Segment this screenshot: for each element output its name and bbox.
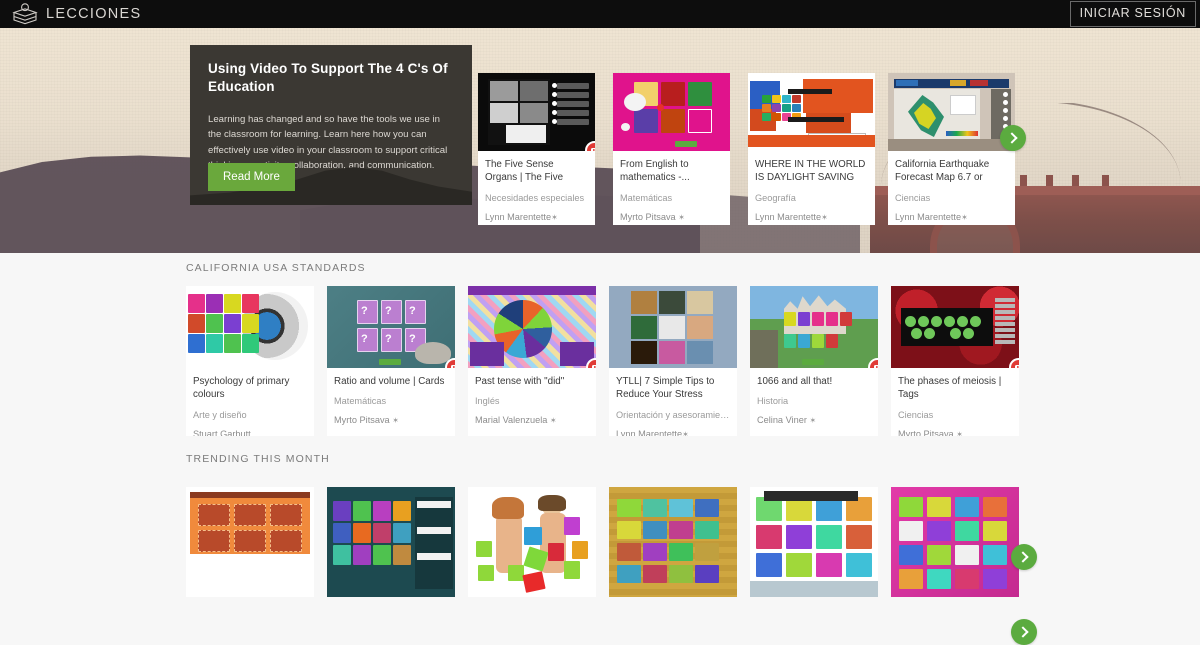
login-button[interactable]: INICIAR SESIÓN (1069, 1, 1196, 27)
star-icon: ✶ (961, 213, 968, 222)
lesson-title: Ratio and volume | Cards (334, 376, 445, 387)
lesson-card[interactable]: The phases of meiosis | Tags Ciencias My… (891, 286, 1019, 436)
lesson-title: Psychology of primary colours (193, 376, 290, 401)
star-icon: ✶ (682, 430, 689, 436)
read-more-button[interactable]: Read More (208, 163, 295, 191)
lesson-card[interactable]: California Earthquake Forecast Map 6.7 o… (888, 73, 1015, 225)
hero-promo-card[interactable]: Using Video To Support The 4 C's Of Educ… (190, 45, 472, 205)
section-heading-trending: TRENDING THIS MONTH (186, 453, 330, 465)
lesson-author: Lynn Marentette✶ (485, 212, 588, 222)
brand-logo[interactable]: LECCIONES (0, 3, 142, 25)
lesson-author: Lynn Marentette✶ (895, 212, 1008, 222)
lesson-subject: Ciencias (898, 409, 934, 420)
lesson-author: Lynn Marentette✶ (616, 429, 730, 436)
lesson-author: Lynn Marentette✶ (755, 212, 868, 222)
star-icon: ✶ (678, 212, 685, 222)
main-content: CALIFORNIA USA STANDARDS Psychology of p… (0, 253, 1200, 645)
lesson-author: Myrto Pitsava ✶ (334, 415, 448, 425)
author-name: Lynn Marentette (616, 429, 683, 436)
lesson-thumbnail[interactable]: ? ? ? ? ? ? (327, 286, 455, 368)
lesson-row-california: Psychology of primary colours Arte y dis… (0, 286, 1200, 645)
star-icon: ✶ (551, 213, 558, 222)
author-name: Lynn Marentette (895, 212, 962, 222)
author-name: Myrto Pitsava (620, 211, 676, 222)
lesson-card[interactable]: ? ? ? ? ? ? Ratio and volume | Cards Mat… (327, 286, 455, 436)
lesson-thumbnail[interactable] (891, 286, 1019, 368)
lesson-thumbnail[interactable] (748, 73, 875, 151)
lesson-title: Past tense with "did" (475, 376, 565, 387)
author-name: Marial Valenzuela (475, 415, 548, 426)
lesson-thumbnail[interactable] (468, 286, 596, 368)
lesson-subject: Necesidades especiales (485, 193, 585, 203)
lesson-thumbnail[interactable] (609, 487, 737, 597)
lesson-title: The phases of meiosis | Tags (898, 376, 1002, 401)
star-icon: ✶ (809, 416, 817, 426)
promo-title: Using Video To Support The 4 C's Of Educ… (208, 61, 448, 94)
author-name: Myrto Pitsava (898, 428, 954, 436)
lesson-card[interactable]: WHERE IN THE WORLD IS DAYLIGHT SAVING TI… (748, 73, 875, 225)
lesson-card[interactable]: The Five Sense Organs | The Five Senses … (478, 73, 595, 225)
lesson-title: 1066 and all that! (757, 376, 833, 387)
lesson-author: Marial Valenzuela ✶ (475, 415, 589, 425)
lesson-card[interactable]: Past tense with "did" Inglés Marial Vale… (468, 286, 596, 436)
lesson-title: YTLL| 7 Simple Tips to Reduce Your Stres… (616, 376, 715, 401)
lesson-subject: Inglés (475, 396, 500, 407)
author-name: Celina Viner (757, 415, 807, 426)
author-name: Lynn Marentette (485, 212, 552, 222)
lesson-author: Celina Viner ✶ (757, 415, 871, 425)
lesson-title: The Five Sense Organs | The Five Senses … (485, 159, 564, 184)
lesson-subject: Ciencias (895, 193, 931, 203)
lesson-subject: Matemáticas (620, 192, 673, 203)
lesson-card[interactable]: 1066 and all that! Historia Celina Viner… (750, 286, 878, 436)
top-navigation-bar: LECCIONES INICIAR SESIÓN (0, 0, 1200, 28)
author-name: Myrto Pitsava (334, 415, 390, 426)
lesson-thumbnail[interactable] (186, 286, 314, 368)
california-carousel-next-button[interactable] (1011, 619, 1037, 645)
lesson-card[interactable]: YTLL| 7 Simple Tips to Reduce Your Stres… (609, 286, 737, 436)
lesson-card[interactable] (186, 487, 314, 597)
lesson-card[interactable] (750, 487, 878, 597)
star-icon: ✶ (956, 429, 963, 436)
lesson-thumbnail[interactable] (750, 487, 878, 597)
lesson-subject: Arte y diseño (193, 409, 247, 420)
hero-carousel-next-button[interactable] (1000, 125, 1026, 151)
lesson-subject: Orientación y asesoramien... (616, 410, 730, 420)
lesson-thumbnail[interactable] (186, 487, 314, 597)
lesson-subject: Historia (757, 396, 789, 407)
star-icon: ✶ (549, 416, 557, 426)
star-icon: ✶ (392, 416, 399, 426)
brand-name: LECCIONES (46, 6, 142, 22)
lesson-card[interactable] (891, 487, 1019, 597)
lesson-thumbnail[interactable] (888, 73, 1015, 151)
star-icon: ✶ (821, 213, 828, 222)
lesson-card[interactable] (468, 487, 596, 597)
lesson-author: Myrto Pitsava ✶ (898, 429, 1012, 436)
lesson-title: WHERE IN THE WORLD IS DAYLIGHT SAVING TI… (755, 159, 866, 184)
trending-carousel-next-button[interactable] (1011, 544, 1037, 570)
lesson-card[interactable]: Psychology of primary colours Arte y dis… (186, 286, 314, 436)
lesson-thumbnail[interactable] (478, 73, 595, 151)
lesson-title: From English to mathematics -... (620, 159, 690, 184)
lesson-card[interactable] (609, 487, 737, 597)
lesson-author: Stuart Garbutt (193, 428, 251, 436)
lesson-thumbnail[interactable] (750, 286, 878, 368)
lesson-row-trending (0, 487, 1200, 637)
lesson-author: Myrto Pitsava ✶ (620, 212, 723, 222)
author-name: Lynn Marentette (755, 212, 822, 222)
lesson-title: California Earthquake Forecast Map 6.7 o… (895, 159, 990, 184)
stacked-layers-icon (12, 3, 38, 25)
lesson-thumbnail[interactable] (468, 487, 596, 597)
lesson-thumbnail[interactable] (609, 286, 737, 368)
hero-content: Using Video To Support The 4 C's Of Educ… (0, 28, 1200, 253)
lesson-thumbnail[interactable] (891, 487, 1019, 597)
lesson-subject: Geografía (755, 193, 796, 203)
lesson-card[interactable] (327, 487, 455, 597)
lesson-subject: Matemáticas (334, 396, 387, 407)
lesson-card[interactable]: From English to mathematics -... Matemát… (613, 73, 730, 225)
section-heading-california: CALIFORNIA USA STANDARDS (186, 262, 366, 274)
lesson-thumbnail[interactable] (327, 487, 455, 597)
lesson-thumbnail[interactable] (613, 73, 730, 151)
hero-banner: Using Video To Support The 4 C's Of Educ… (0, 28, 1200, 253)
